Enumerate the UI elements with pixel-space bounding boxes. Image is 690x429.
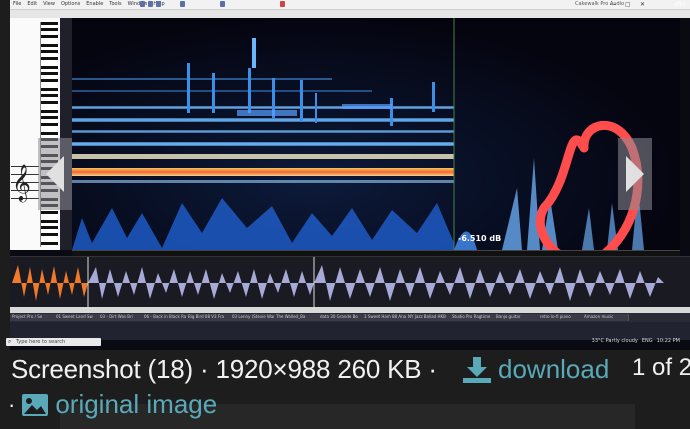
chevron-left-icon <box>46 156 64 192</box>
window-tab[interactable]: 03 - Dirt Was Bri <box>98 314 145 321</box>
window-tab[interactable]: 03 Lenny (Stevie Wanth <box>230 314 277 321</box>
download-link[interactable]: download <box>462 354 609 385</box>
window-tab[interactable]: Studio Pro Ragtime <box>450 314 497 321</box>
waveform-overview[interactable] <box>10 256 690 309</box>
weather-status[interactable]: 33°C Partly cloudy <box>592 338 638 344</box>
waveform-graphic <box>12 257 664 309</box>
menu-item[interactable]: View <box>43 1 55 7</box>
window-tab[interactable]: Big Bird 08 V3 Fra <box>186 314 233 321</box>
search-icon: ⌕ <box>8 338 12 345</box>
window-tab[interactable]: 01 Sweet Land Sw <box>54 314 101 321</box>
status-bar <box>10 10 690 18</box>
menu-item[interactable]: Tools <box>109 1 121 7</box>
taskbar-search-input[interactable]: ⌕ Type here to search <box>6 338 101 346</box>
system-tray: 33°C Partly cloudy ENG 10:22 PM <box>592 338 680 344</box>
chevron-right-icon <box>626 156 644 192</box>
image-file-info: Screenshot (18) · 1920×988 260 KB · <box>11 354 437 384</box>
window-tab[interactable]: retro lo-fi piano <box>538 314 585 321</box>
menu-item[interactable]: Enable <box>86 1 103 7</box>
clock[interactable]: 10:22 PM <box>657 338 680 344</box>
minimize-button[interactable]: — <box>610 1 616 8</box>
download-label: download <box>498 354 610 384</box>
record-button[interactable] <box>280 1 285 7</box>
app-title-bar: File Edit View Options Enable Tools Wind… <box>10 0 690 10</box>
menu-item[interactable]: File <box>13 1 21 7</box>
piano-keyboard[interactable] <box>40 22 58 247</box>
tool-button[interactable] <box>148 1 153 7</box>
separator-dot: · <box>8 391 16 417</box>
original-image-label: original image <box>55 389 218 419</box>
windows-taskbar <box>10 322 690 340</box>
toolbar <box>140 1 290 7</box>
previous-image-button[interactable] <box>38 138 72 210</box>
window-tab[interactable]: The Walled_Ba <box>274 314 321 321</box>
window-tab[interactable]: data 30 Grande Bo <box>318 314 365 321</box>
tool-button[interactable] <box>220 1 225 7</box>
db-readout: -6.510 dB <box>458 234 502 243</box>
tool-button[interactable] <box>140 1 145 7</box>
image-icon <box>22 393 49 416</box>
original-image-link[interactable]: · original image <box>8 389 217 420</box>
next-image-button[interactable] <box>618 138 652 210</box>
window-tab[interactable]: Banjo guitar <box>494 314 541 321</box>
image-pager: 1 of 2 <box>632 354 690 381</box>
window-tab[interactable]: NY Jazz Ballad HKB <box>406 314 453 321</box>
corner-label: ofto <box>674 1 686 8</box>
treble-clef-icon: 𝄞 <box>12 163 31 201</box>
spectrogram-view[interactable] <box>72 18 680 267</box>
spectrogram-graphic <box>72 18 644 267</box>
language-indicator[interactable]: ENG <box>642 338 653 344</box>
window-tab[interactable]: Amazon music <box>582 314 629 321</box>
download-icon <box>463 356 491 383</box>
search-placeholder: Type here to search <box>16 339 66 345</box>
window-tab[interactable]: 06 - Back in Black Ra <box>142 314 189 321</box>
tool-button[interactable] <box>156 1 161 7</box>
close-button[interactable]: ✕ <box>640 1 645 8</box>
window-tab[interactable]: 3 Sweet Ham 88 Ana <box>362 314 409 321</box>
open-windows-tabs: Project Pro / Se 01 Sweet Land Sw 03 - D… <box>10 313 690 322</box>
window-title: Cakewalk Pro Audio <box>575 1 625 7</box>
menu-item[interactable]: Edit <box>27 1 37 7</box>
maximize-button[interactable]: ▢ <box>625 1 631 8</box>
window-tab[interactable]: Project Pro / Se <box>10 314 57 321</box>
menu-item[interactable]: Options <box>61 1 80 7</box>
screenshot-image: File Edit View Options Enable Tools Wind… <box>10 0 690 350</box>
tool-button[interactable] <box>180 1 185 7</box>
